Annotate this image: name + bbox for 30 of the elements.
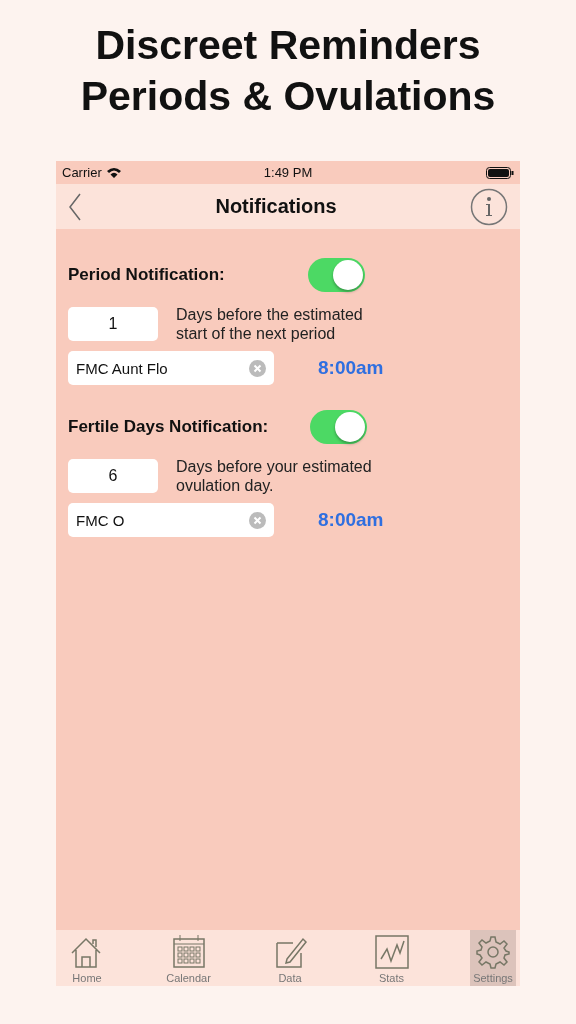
status-time: 1:49 PM bbox=[263, 165, 313, 180]
carrier-label: Carrier bbox=[62, 165, 102, 180]
settings-icon bbox=[474, 933, 512, 971]
description-text: Days before the estimated start of the next period bbox=[176, 305, 364, 343]
time-link[interactable]: 8:00am bbox=[318, 357, 384, 379]
tab-item[interactable]: Calendar bbox=[165, 930, 212, 986]
back-icon[interactable] bbox=[68, 192, 82, 221]
days-field[interactable]: 6 bbox=[68, 459, 158, 493]
clear-icon[interactable] bbox=[249, 511, 266, 529]
headline: Discreet Reminders bbox=[95, 21, 481, 70]
setting-label: Period Notification: bbox=[68, 265, 226, 285]
toggle-switch[interactable] bbox=[310, 410, 367, 444]
tab-item[interactable]: Stats bbox=[368, 930, 415, 986]
chart-icon bbox=[372, 933, 411, 971]
days-field[interactable]: 1 bbox=[68, 307, 158, 341]
headline: Periods & Ovulations bbox=[80, 72, 496, 121]
wifi-icon bbox=[105, 166, 122, 179]
name-field[interactable]: FMC Aunt Flo bbox=[68, 351, 274, 385]
tab-item[interactable]: Data bbox=[267, 930, 313, 986]
name-field[interactable]: FMC O bbox=[68, 503, 274, 537]
setting-label: Fertile Days Notification: bbox=[68, 417, 270, 437]
info-icon[interactable] bbox=[470, 187, 508, 226]
tab-item[interactable]: Home bbox=[64, 930, 110, 986]
battery-icon bbox=[486, 166, 514, 179]
toggle-switch[interactable] bbox=[308, 258, 365, 292]
screen-title: Notifications bbox=[215, 195, 337, 218]
description-text: Days before your estimated ovulation day. bbox=[176, 457, 373, 495]
tab-item[interactable]: Settings bbox=[470, 930, 516, 986]
clear-icon[interactable] bbox=[249, 359, 266, 377]
time-link[interactable]: 8:00am bbox=[318, 509, 384, 531]
